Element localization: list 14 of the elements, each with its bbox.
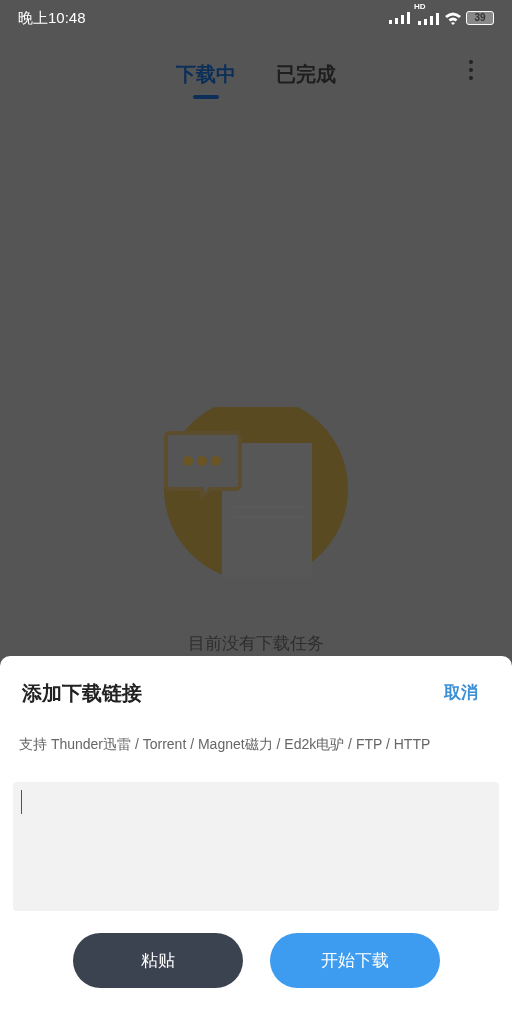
tab[interactable]: 下载中 — [176, 60, 236, 99]
signal-icon — [389, 12, 411, 25]
cancel-button[interactable]: 取消 — [444, 680, 478, 706]
battery-icon: 39 — [466, 11, 494, 26]
text-cursor — [21, 790, 22, 814]
dialog-title: 添加下载链接 — [22, 681, 142, 706]
network-label: HD — [414, 3, 426, 12]
link-input-field[interactable] — [13, 782, 499, 911]
wifi-icon — [445, 11, 461, 25]
start-download-button[interactable]: 开始下载 — [269, 933, 440, 988]
paste-button[interactable]: 粘贴 — [72, 933, 243, 988]
signal-icon — [418, 13, 440, 26]
status-time: 晚上10:48 — [18, 8, 86, 28]
supported-protocols-text: 支持 Thunder迅雷 / Torrent / Magnet磁力 / Ed2k电驴 / FTP / HTTP — [19, 736, 431, 752]
